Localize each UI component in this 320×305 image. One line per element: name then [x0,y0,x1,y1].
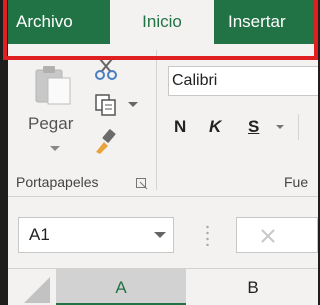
clipboard-group-label: Portapapeles [16,174,99,190]
font-name-combobox[interactable]: Calibri [168,66,318,96]
group-separator [156,50,157,190]
column-header-a[interactable]: A [56,269,186,305]
name-box[interactable]: A1 [18,217,174,253]
select-all-button[interactable] [18,275,52,305]
paste-button[interactable]: Pegar [28,64,88,164]
ribbon-tab-bar: Archivo Inicio Insertar [8,0,318,44]
cancel-button[interactable] [236,217,318,253]
formula-bar-grip-icon [206,224,209,246]
column-header-b[interactable]: B [188,269,318,305]
paste-dropdown-icon[interactable] [50,146,60,151]
font-group-label: Fue [284,174,309,190]
group-separator [298,114,299,140]
format-painter-icon[interactable] [92,128,120,156]
excel-window: Archivo Inicio Insertar Pegar Portapapel… [8,0,318,305]
tab-archivo[interactable]: Archivo [16,0,108,44]
ribbon-home: Pegar Portapapeles Calibri N K S Fue [8,44,318,197]
close-icon [261,229,275,243]
paste-label: Pegar [28,114,74,133]
underline-dropdown-icon[interactable] [276,125,284,129]
italic-button[interactable]: K [209,117,221,137]
bold-button[interactable]: N [174,117,186,137]
chevron-down-icon[interactable] [154,232,166,238]
dialog-launcher-icon[interactable] [136,178,148,190]
copy-dropdown-icon[interactable] [128,102,138,107]
underline-button[interactable]: S [248,117,259,137]
name-box-value: A1 [29,225,50,244]
column-header-row: A B [8,268,318,305]
cut-icon[interactable] [93,56,119,82]
tab-insertar[interactable]: Insertar [228,0,318,44]
tab-inicio[interactable]: Inicio [110,0,214,44]
copy-icon[interactable] [93,92,119,118]
paste-icon [35,66,71,105]
formula-bar: A1 [8,206,318,264]
